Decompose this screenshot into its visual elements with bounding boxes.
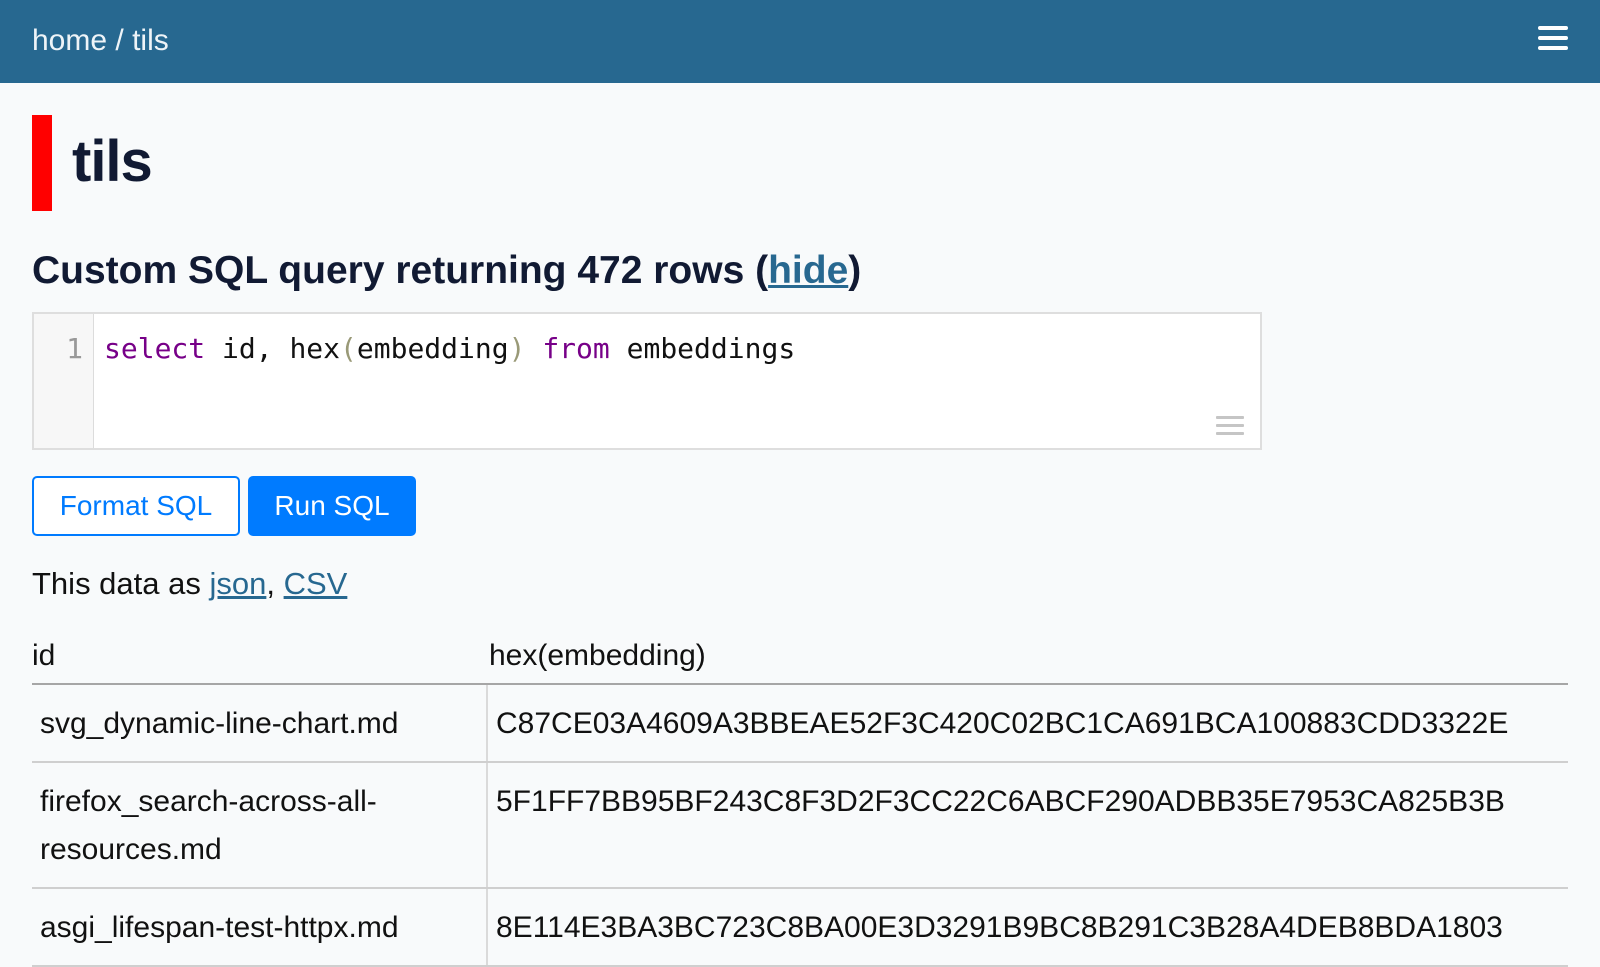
export-json-link[interactable]: json bbox=[209, 566, 266, 601]
query-heading: Custom SQL query returning 472 rows (hid… bbox=[32, 249, 861, 293]
sql-code[interactable]: select id, hex(embedding) from embedding… bbox=[104, 332, 795, 365]
export-comma: , bbox=[266, 566, 284, 601]
export-prefix: This data as bbox=[32, 566, 210, 601]
table-header-row: id hex(embedding) bbox=[32, 635, 1568, 685]
cell-hex-value: 5F1FF7BB95BF243C8F3D2F3CC22C6ABCF290ADBB… bbox=[496, 785, 1505, 818]
cell-id: svg_dynamic-line-chart.md bbox=[32, 684, 488, 763]
top-nav-bar: home / tils bbox=[0, 0, 1600, 83]
export-csv-link[interactable]: CSV bbox=[284, 566, 348, 601]
hamburger-menu-icon[interactable] bbox=[1538, 26, 1568, 50]
column-header-hex-embedding[interactable]: hex(embedding) bbox=[487, 635, 1568, 685]
page-title: tils bbox=[72, 129, 153, 194]
cell-hex: 5F1FF7BB95BF243C8F3D2F3CC22C6ABCF290ADBB… bbox=[487, 762, 1568, 889]
query-heading-suffix: ) bbox=[848, 249, 862, 292]
cell-hex: C87CE03A4609A3BBEAE52F3C420C02BC1CA691BC… bbox=[487, 684, 1568, 763]
query-heading-text: Custom SQL query returning 472 rows ( bbox=[32, 249, 769, 292]
breadcrumb-separator: / bbox=[107, 24, 133, 57]
run-sql-button[interactable]: Run SQL bbox=[248, 476, 416, 536]
hide-query-link[interactable]: hide bbox=[768, 249, 848, 292]
sql-keyword-select: select bbox=[104, 332, 206, 365]
cell-hex-value: C87CE03A4609A3BBEAE52F3C420C02BC1CA691BC… bbox=[496, 707, 1509, 740]
cell-id: firefox_search-across-all-resources.md bbox=[32, 762, 488, 889]
sql-space bbox=[525, 332, 542, 365]
sql-paren-close: ) bbox=[508, 332, 526, 365]
table-row: svg_dynamic-line-chart.md C87CE03A4609A3… bbox=[32, 684, 1568, 763]
sql-function-arg: embedding bbox=[356, 332, 509, 365]
breadcrumb-current-link[interactable]: tils bbox=[132, 24, 169, 57]
column-header-id[interactable]: id bbox=[32, 635, 487, 685]
line-number: 1 bbox=[66, 332, 83, 365]
sql-editor[interactable]: 1 select id, hex(embedding) from embeddi… bbox=[32, 312, 1262, 450]
sql-paren-open: ( bbox=[340, 332, 357, 365]
editor-gutter: 1 bbox=[34, 314, 94, 448]
format-sql-button[interactable]: Format SQL bbox=[32, 476, 240, 536]
breadcrumb: home / tils bbox=[32, 24, 169, 58]
sql-columns: id, hex bbox=[205, 332, 341, 365]
database-color-bar bbox=[32, 115, 52, 211]
table-row: firefox_search-across-all-resources.md 5… bbox=[32, 762, 1568, 889]
sql-keyword-from: from bbox=[542, 332, 610, 365]
sql-table-name: embeddings bbox=[609, 332, 796, 365]
cell-hex-value: 8E114E3BA3BC723C8BA00E3D3291B9BC8B291C3B… bbox=[496, 911, 1503, 944]
export-links: This data as json, CSV bbox=[32, 566, 347, 602]
breadcrumb-home-link[interactable]: home bbox=[32, 24, 107, 57]
editor-resize-handle-icon[interactable] bbox=[1216, 414, 1244, 438]
results-table: id hex(embedding) svg_dynamic-line-chart… bbox=[32, 635, 1568, 967]
